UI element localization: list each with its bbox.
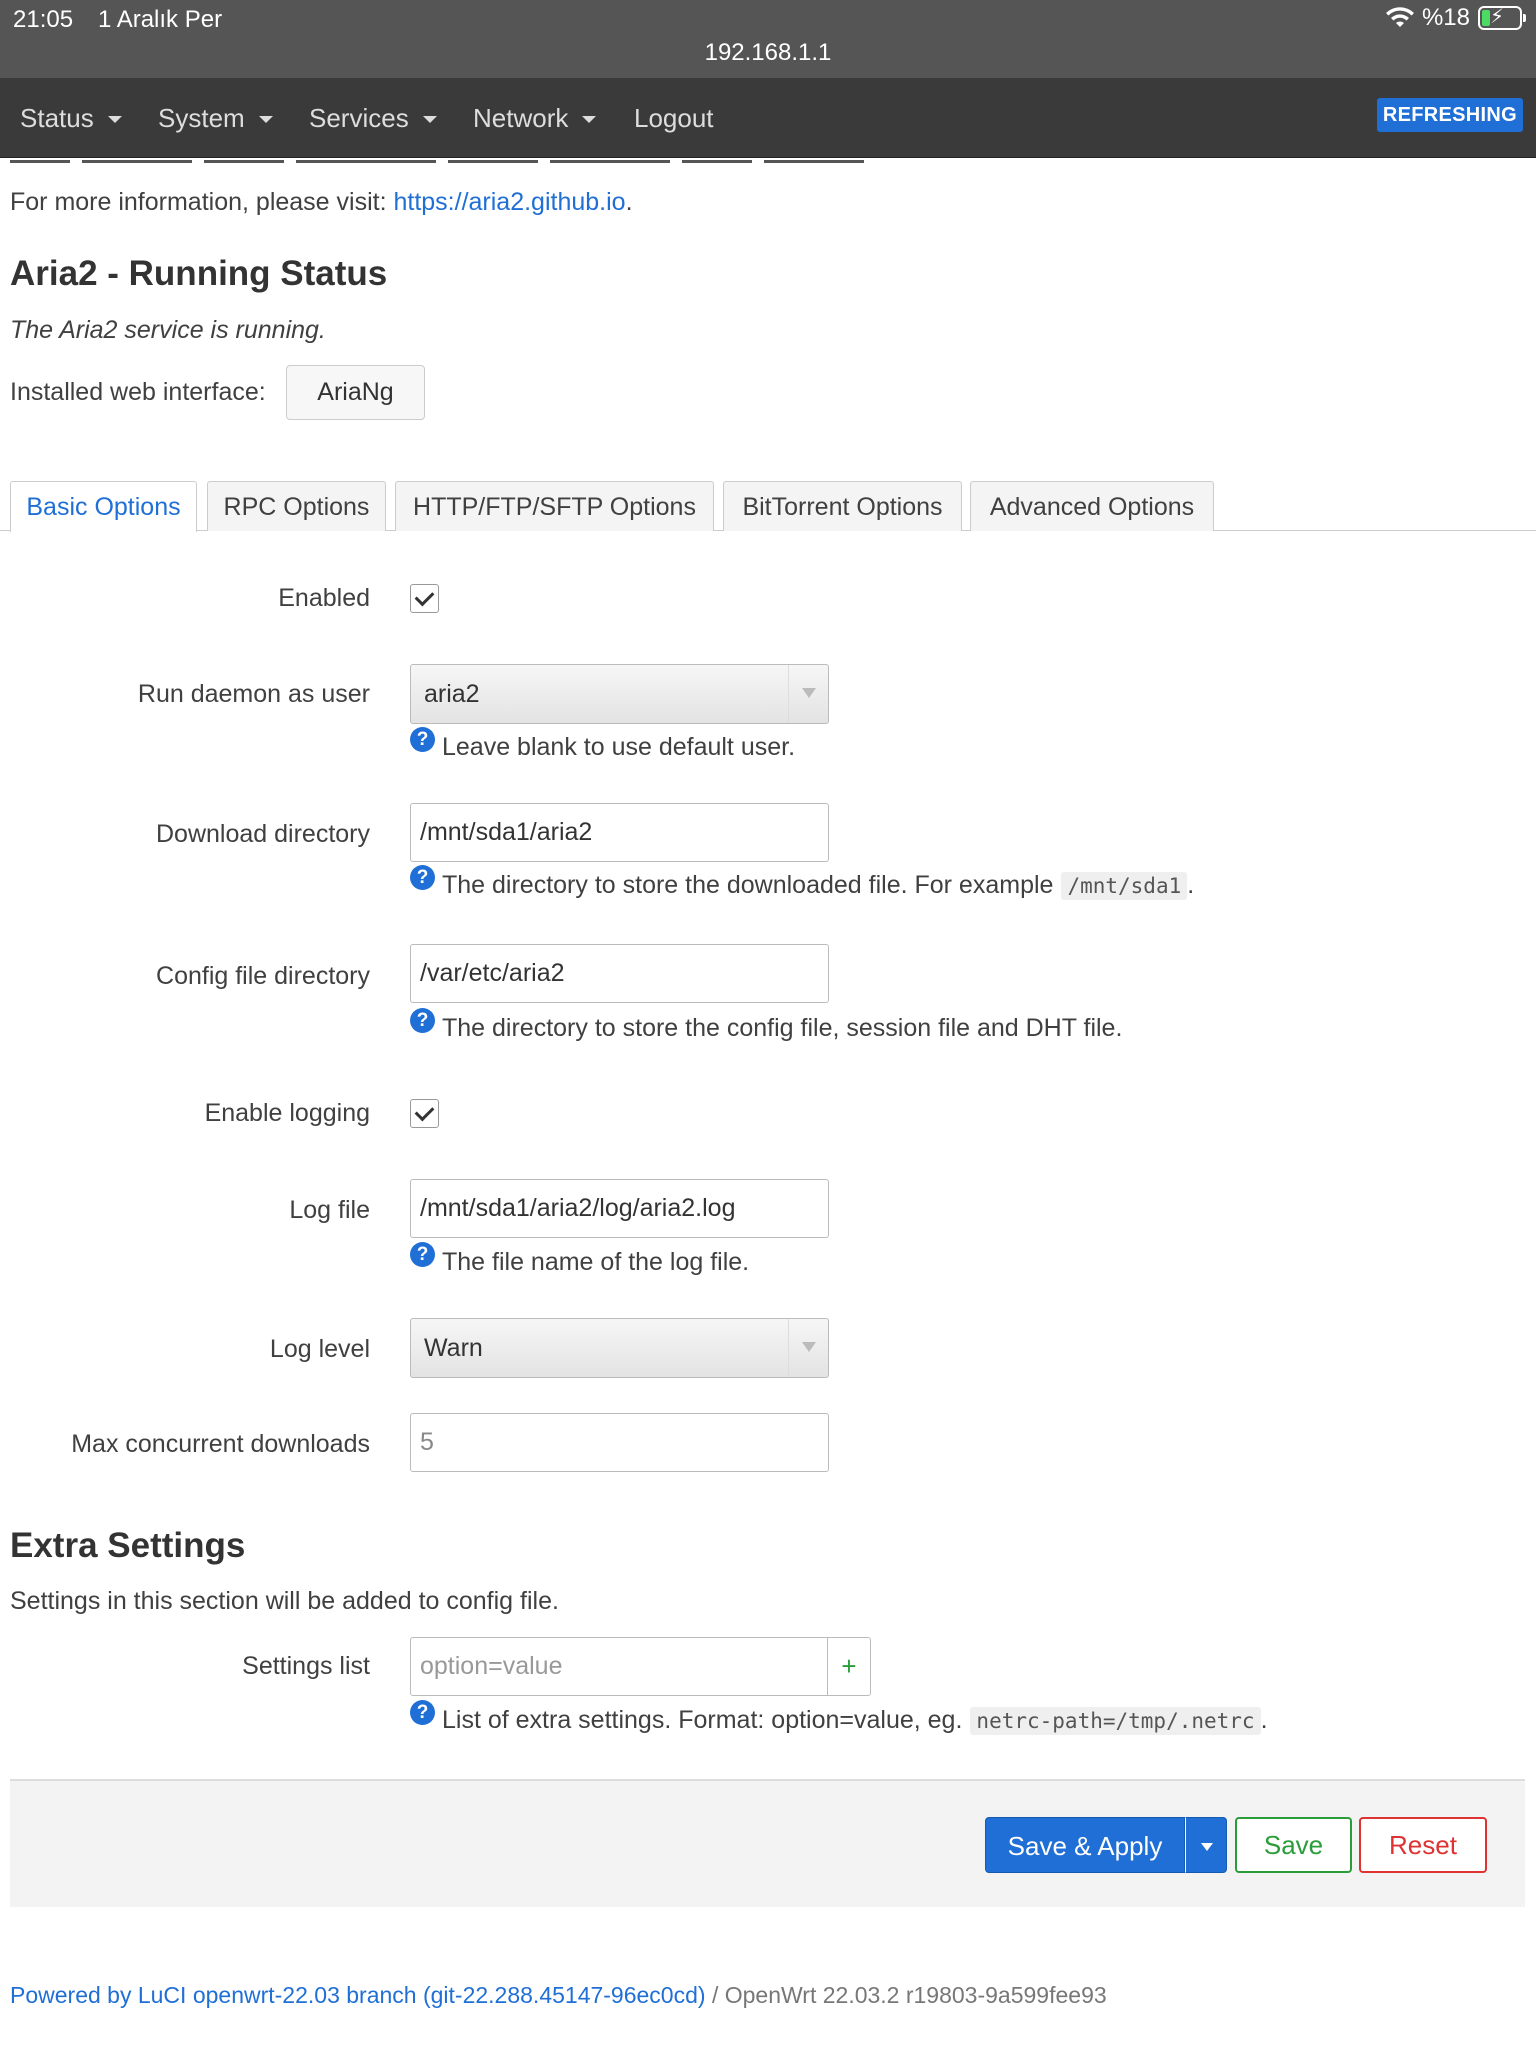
enable-logging-label: Enable logging xyxy=(204,1099,370,1127)
aria2-link[interactable]: https://aria2.github.io xyxy=(393,188,625,216)
more-info-line: For more information, please visit: http… xyxy=(10,188,633,217)
run-user-help-text: Leave blank to use default user. xyxy=(442,733,796,761)
openwrt-version: OpenWrt 22.03.2 r19803-9a599fee93 xyxy=(724,1982,1107,2008)
log-file-help: ? The file name of the log file. xyxy=(410,1242,750,1277)
web-interface-label: Installed web interface: xyxy=(10,378,266,406)
clock: 21:05 xyxy=(13,6,74,33)
options-tabs: Basic Options RPC Options HTTP/FTP/SFTP … xyxy=(0,481,1536,532)
config-dir-help: ? The directory to store the config file… xyxy=(410,1008,1123,1043)
help-icon: ? xyxy=(410,727,435,752)
running-status-title: Aria2 - Running Status xyxy=(10,254,388,293)
help-icon: ? xyxy=(410,865,435,890)
ariang-button[interactable]: AriaNg xyxy=(286,365,425,420)
run-user-label: Run daemon as user xyxy=(137,680,370,708)
download-dir-example-code: /mnt/sda1 xyxy=(1061,871,1188,900)
save-button[interactable]: Save xyxy=(1235,1817,1352,1873)
log-file-help-text: The file name of the log file. xyxy=(442,1248,750,1276)
save-apply-button[interactable]: Save & Apply xyxy=(985,1817,1185,1873)
log-level-label: Log level xyxy=(269,1335,370,1363)
run-user-value: aria2 xyxy=(424,680,480,708)
chevron-down-icon xyxy=(788,665,828,723)
config-dir-label: Config file directory xyxy=(156,962,370,990)
settings-list-help: ? List of extra settings. Format: option… xyxy=(410,1700,1268,1735)
nav-logout-label: Logout xyxy=(634,103,714,133)
nav-logout[interactable]: Logout xyxy=(634,78,714,158)
more-info-period: . xyxy=(625,188,633,216)
enable-logging-checkbox[interactable] xyxy=(410,1099,439,1128)
config-dir-help-text: The directory to store the config file, … xyxy=(442,1014,1123,1042)
log-file-label: Log file xyxy=(289,1196,370,1224)
date: 1 Aralık Per xyxy=(98,6,223,33)
run-user-help: ? Leave blank to use default user. xyxy=(410,727,796,762)
add-setting-button[interactable]: + xyxy=(827,1637,871,1696)
nav-system-label: System xyxy=(158,103,245,133)
enabled-label: Enabled xyxy=(278,584,370,612)
battery-percent: %18 xyxy=(1421,4,1470,31)
status-icons: %18 ⚡ xyxy=(1385,4,1526,32)
nav-system[interactable]: System xyxy=(158,78,273,158)
download-dir-input[interactable]: /mnt/sda1/aria2 xyxy=(410,803,829,862)
run-user-select[interactable]: aria2 xyxy=(410,664,829,724)
download-dir-label: Download directory xyxy=(156,820,370,848)
extra-settings-desc: Settings in this section will be added t… xyxy=(10,1587,559,1615)
download-dir-help-tail: . xyxy=(1187,871,1195,899)
max-downloads-label: Max concurrent downloads xyxy=(71,1430,370,1458)
running-status-text: The Aria2 service is running. xyxy=(10,316,326,344)
help-icon: ? xyxy=(410,1242,435,1267)
download-dir-help: ? The directory to store the downloaded … xyxy=(410,865,1195,900)
help-icon: ? xyxy=(410,1008,435,1033)
help-icon: ? xyxy=(410,1700,435,1725)
page: 21:05 1 Aralık Per 192.168.1.1 %18 ⚡ Sta… xyxy=(0,0,1536,2048)
reset-button[interactable]: Reset xyxy=(1359,1817,1487,1873)
save-apply-dropdown-toggle[interactable] xyxy=(1185,1817,1227,1873)
caret-down-icon xyxy=(107,115,122,123)
wifi-icon xyxy=(1385,7,1414,27)
caret-down-icon xyxy=(422,115,437,123)
config-dir-input[interactable]: /var/etc/aria2 xyxy=(410,944,829,1003)
settings-list-input[interactable]: option=value xyxy=(410,1637,828,1696)
settings-list-help-tail: . xyxy=(1260,1706,1268,1734)
tab-rpc-options[interactable]: RPC Options xyxy=(207,481,386,531)
nav-services-label: Services xyxy=(309,103,409,133)
nav-network[interactable]: Network xyxy=(473,78,597,158)
nav-status[interactable]: Status xyxy=(20,78,122,158)
battery-icon: ⚡ xyxy=(1478,6,1526,30)
tab-http-ftp-sftp-options[interactable]: HTTP/FTP/SFTP Options xyxy=(395,481,714,531)
caret-down-icon xyxy=(582,115,597,123)
enabled-checkbox[interactable] xyxy=(410,584,439,613)
settings-list-label: Settings list xyxy=(242,1652,370,1680)
max-downloads-input[interactable]: 5 xyxy=(410,1413,829,1472)
more-info-text: For more information, please visit: xyxy=(10,188,387,216)
address-bar[interactable]: 192.168.1.1 xyxy=(0,39,1536,67)
clipped-text-line xyxy=(10,160,960,166)
footer-separator: / xyxy=(705,1982,725,2008)
settings-list-help-text: List of extra settings. Format: option=v… xyxy=(442,1706,963,1734)
settings-list-example-code: netrc-path=/tmp/.netrc xyxy=(970,1706,1261,1735)
chevron-down-icon xyxy=(788,1319,828,1377)
log-level-value: Warn xyxy=(424,1334,483,1362)
footer: Powered by LuCI openwrt-22.03 branch (gi… xyxy=(10,1982,1107,2009)
nav-status-label: Status xyxy=(20,103,94,133)
refreshing-indicator[interactable]: REFRESHING xyxy=(1376,98,1523,132)
nav-network-label: Network xyxy=(473,103,569,133)
tab-advanced-options[interactable]: Advanced Options xyxy=(970,481,1214,531)
extra-settings-title: Extra Settings xyxy=(10,1526,246,1565)
nav-services[interactable]: Services xyxy=(309,78,437,158)
main-nav: Status System Services Network Logout RE… xyxy=(0,78,1536,158)
tab-bittorrent-options[interactable]: BitTorrent Options xyxy=(723,481,962,531)
log-file-input[interactable]: /mnt/sda1/aria2/log/aria2.log xyxy=(410,1179,829,1238)
browser-status-bar: 21:05 1 Aralık Per 192.168.1.1 %18 ⚡ xyxy=(0,0,1536,78)
download-dir-help-text: The directory to store the downloaded fi… xyxy=(442,871,1054,899)
tab-basic-options[interactable]: Basic Options xyxy=(10,481,197,532)
action-bar: Save & Apply Save Reset xyxy=(10,1779,1525,1907)
luci-link[interactable]: Powered by LuCI openwrt-22.03 branch (gi… xyxy=(10,1982,706,2008)
caret-down-icon xyxy=(258,115,273,123)
log-level-select[interactable]: Warn xyxy=(410,1318,829,1378)
